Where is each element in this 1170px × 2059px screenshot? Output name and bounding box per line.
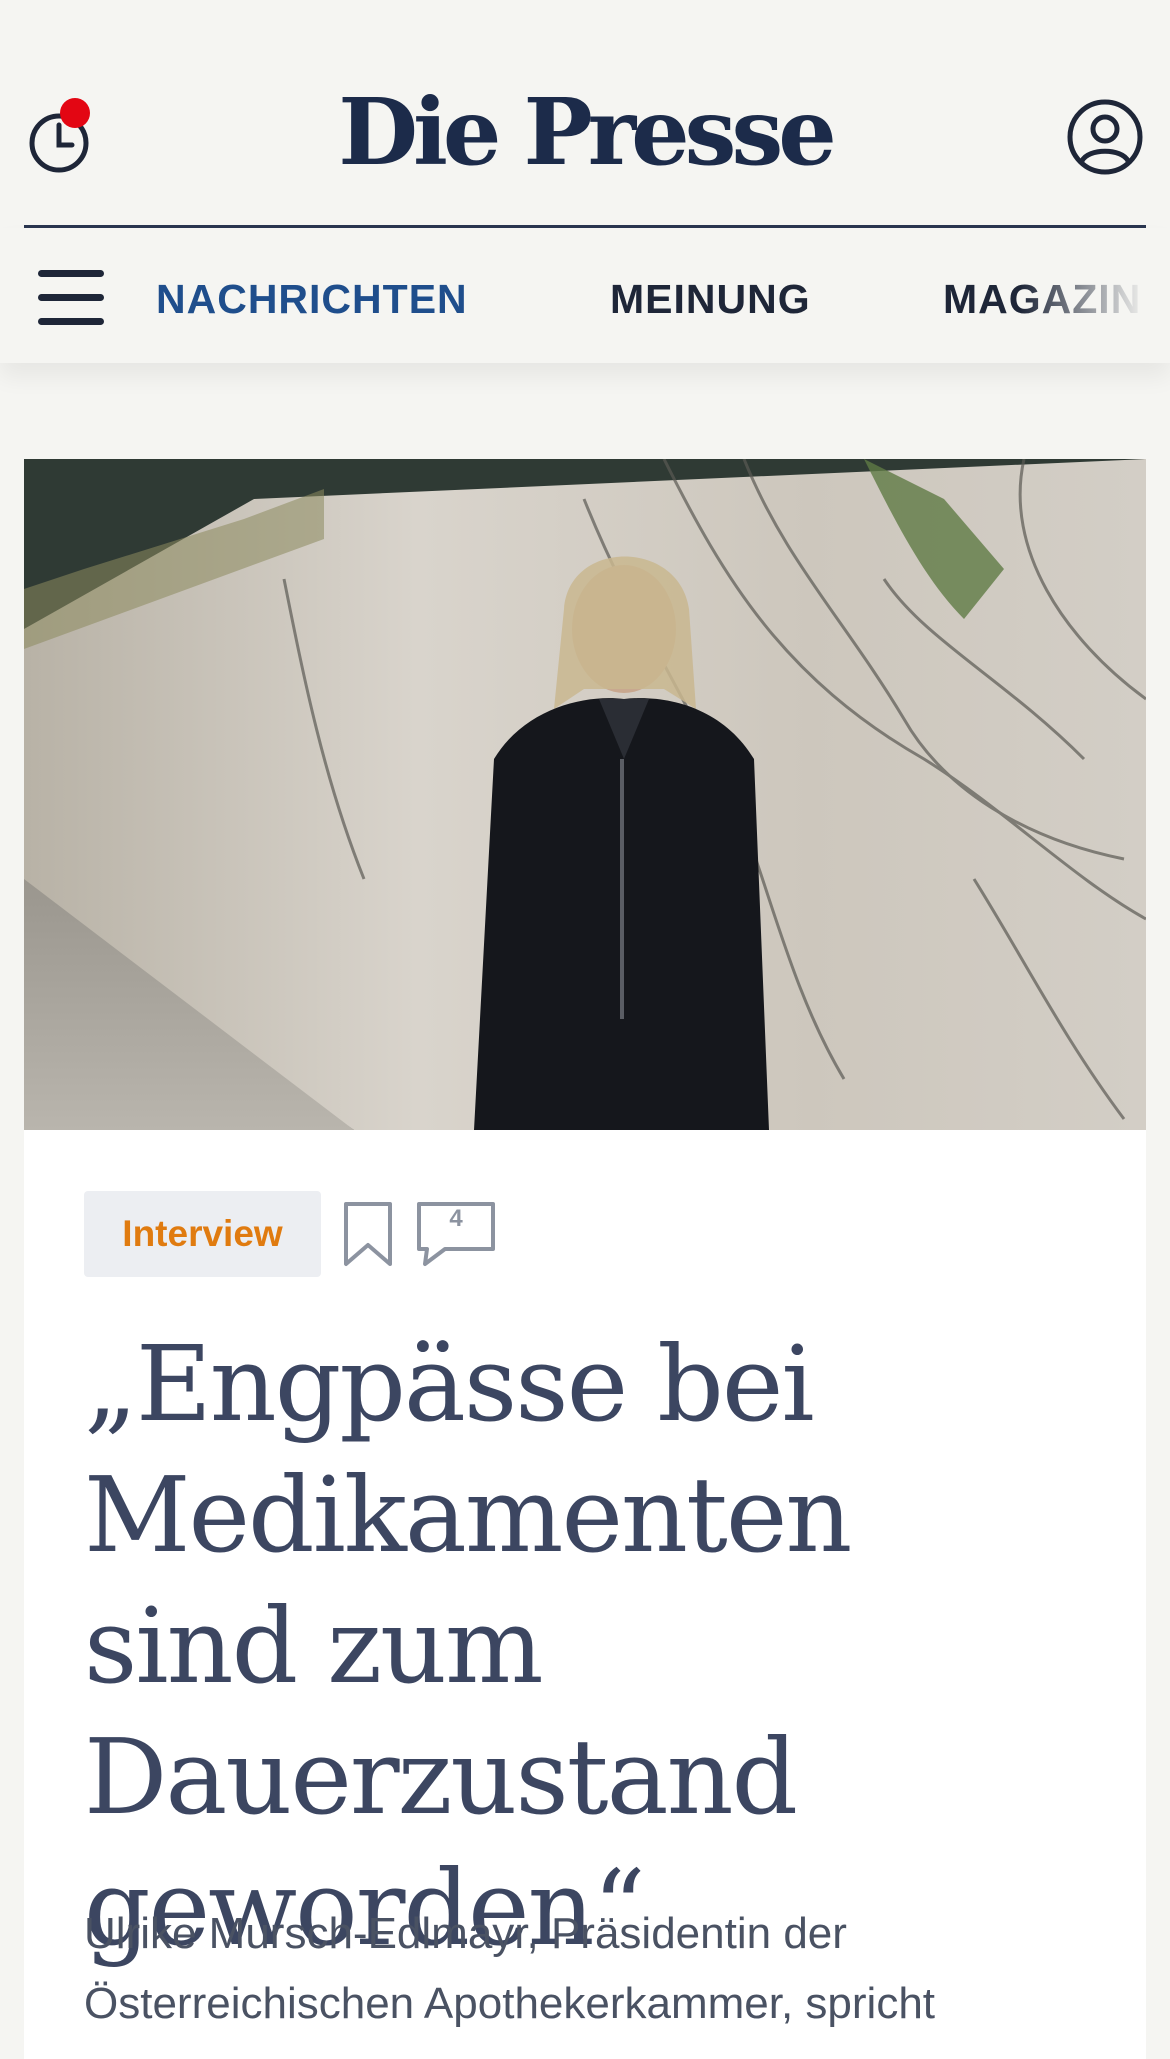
article-headline[interactable]: „Engpässe bei Medikamenten sind zum Daue… (84, 1319, 1084, 1974)
article-meta-row: Interview 4 (84, 1191, 684, 1281)
menu-icon-line (38, 270, 104, 277)
comment-count: 4 (449, 1205, 463, 1232)
site-header: Die Presse (0, 0, 1170, 230)
main-navigation: NACHRICHTEN MEINUNG MAGAZIN (0, 228, 1170, 363)
nav-scroll-fade (1020, 228, 1170, 363)
nav-item-meinung[interactable]: MEINUNG (610, 274, 811, 324)
hamburger-menu-button[interactable] (38, 270, 106, 326)
article-lead: Ulrike Mursch-Edlmayr, Präsidentin der Ö… (84, 1909, 936, 2028)
account-button[interactable] (1066, 98, 1144, 176)
comments-button[interactable]: 4 (415, 1201, 497, 1267)
site-logo[interactable]: Die Presse (0, 82, 1170, 182)
article-card: Interview 4 „Engpässe bei Medikamenten s… (24, 459, 1146, 2059)
article-hero-image[interactable] (24, 459, 1146, 1130)
bookmark-button[interactable] (342, 1201, 394, 1267)
article-type-badge[interactable]: Interview (84, 1191, 321, 1277)
menu-icon-line (38, 294, 104, 301)
bookmark-icon (344, 1202, 392, 1266)
menu-icon-line (38, 318, 104, 325)
nav-item-nachrichten[interactable]: NACHRICHTEN (156, 274, 468, 324)
hero-photo (24, 459, 1146, 1130)
user-account-icon (1067, 99, 1143, 175)
